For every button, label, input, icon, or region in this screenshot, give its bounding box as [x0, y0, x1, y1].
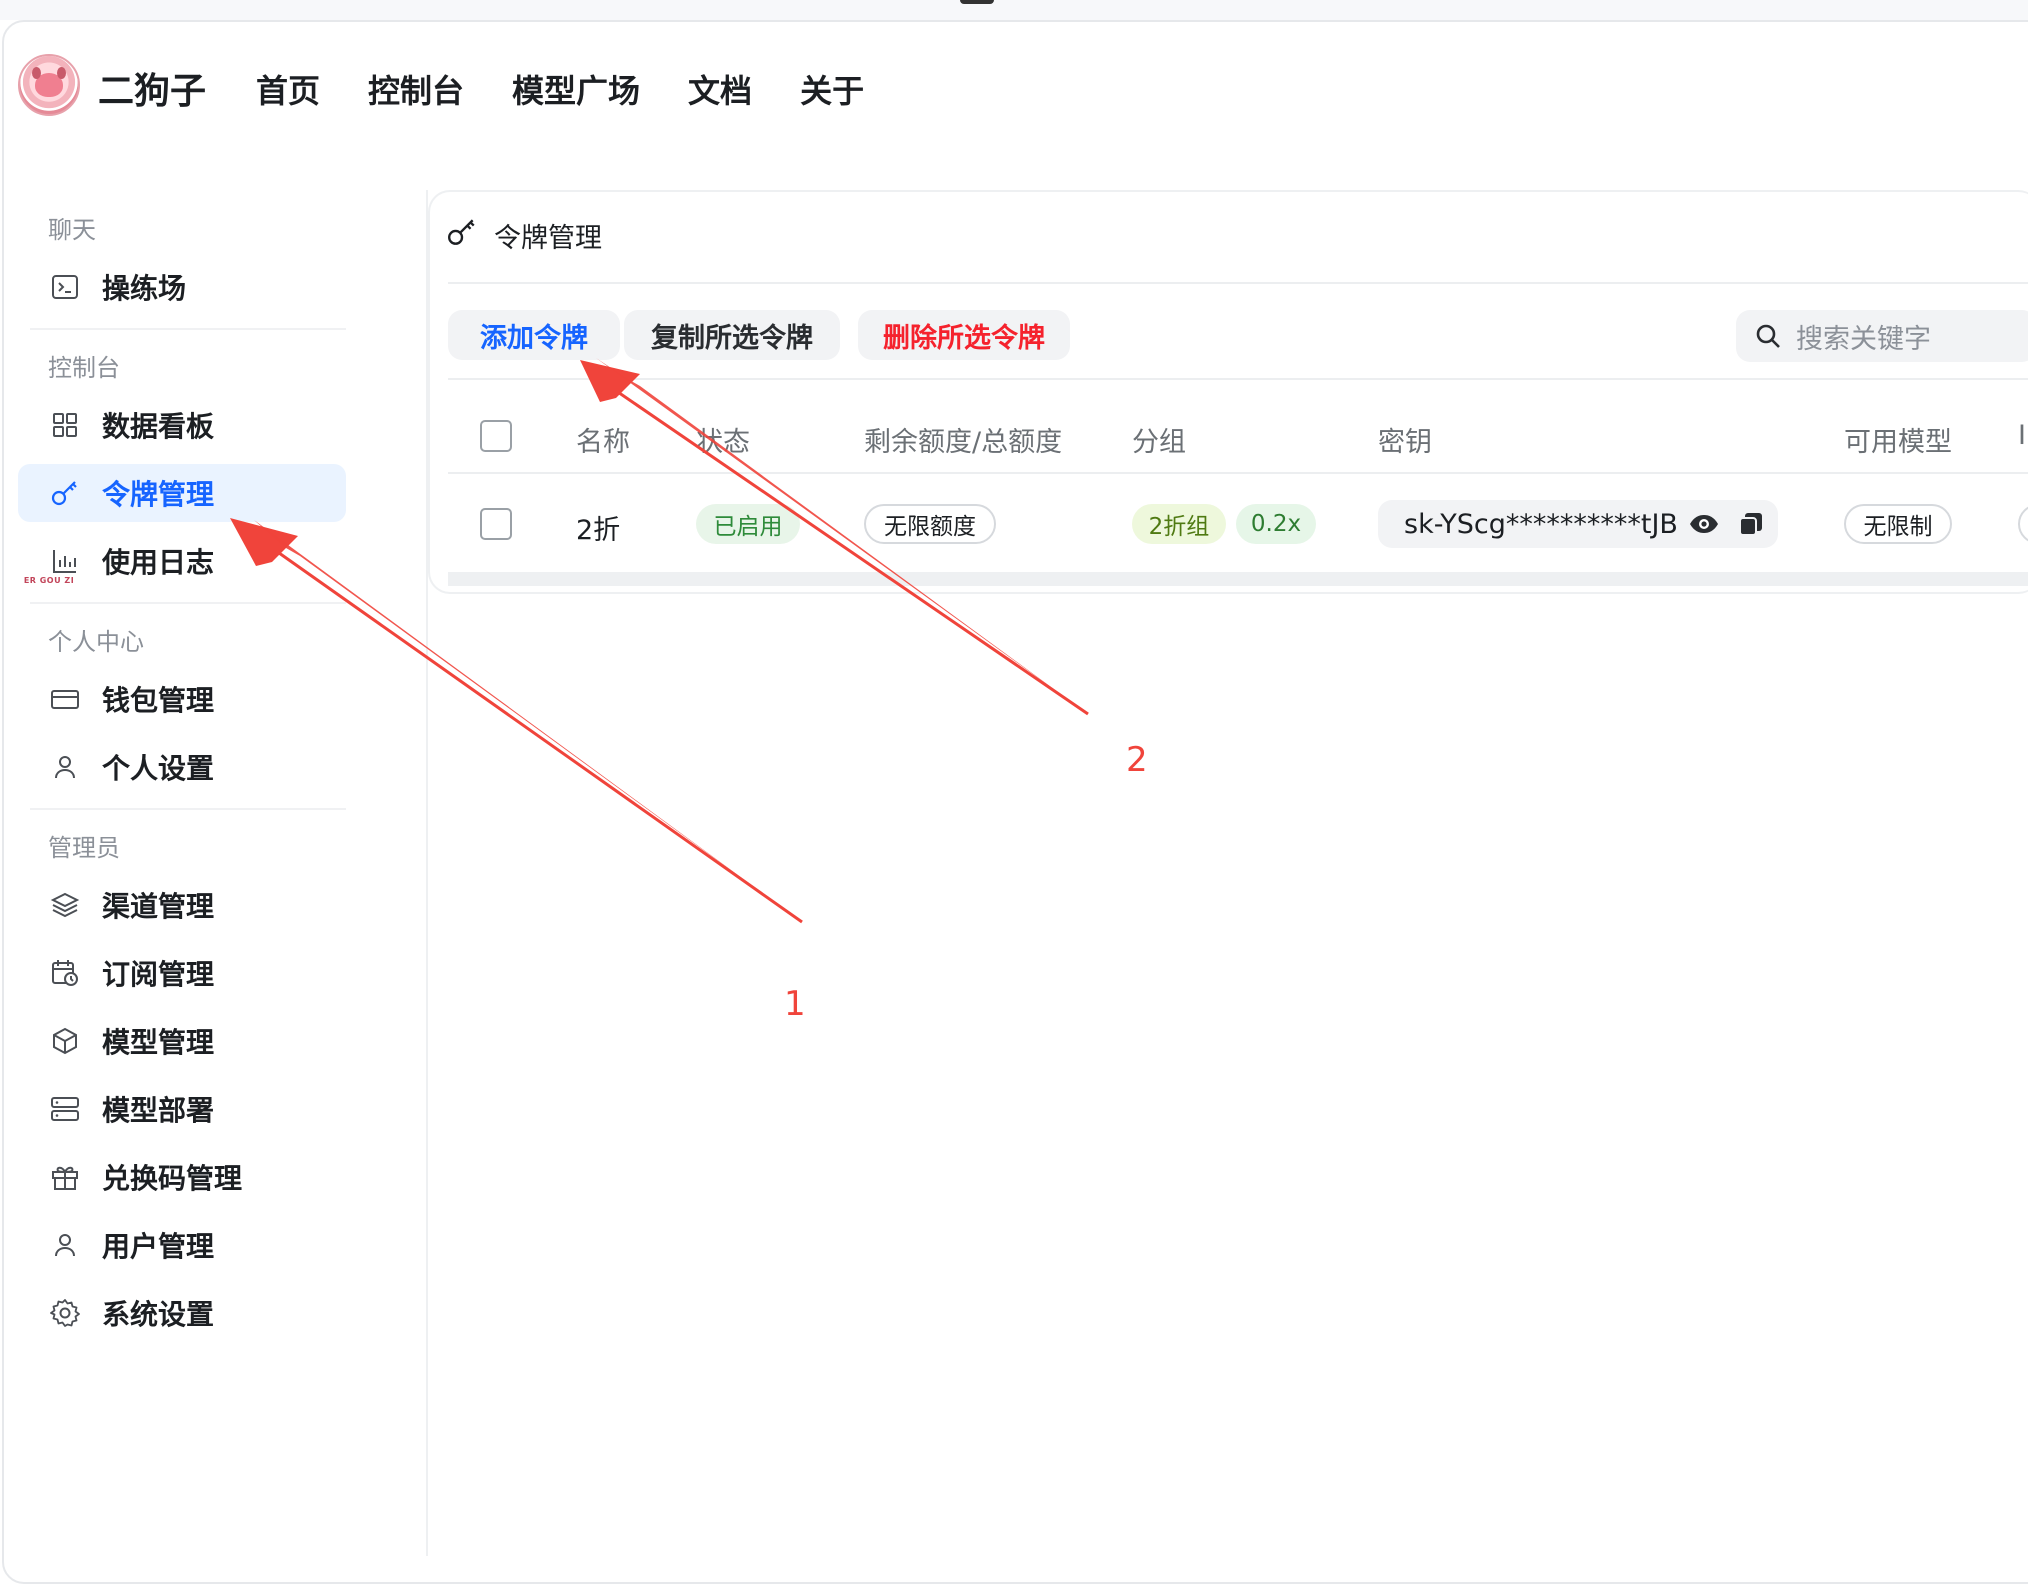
gear-icon	[48, 1296, 82, 1330]
sidebar-item-channel[interactable]: 渠道管理	[18, 876, 346, 934]
column-name[interactable]: 名称	[576, 420, 630, 459]
sidebar-item-label: 系统设置	[102, 1298, 215, 1331]
section-title-chat: 聊天	[48, 216, 96, 244]
sidebar-item-label: 个人设置	[102, 752, 215, 785]
token-name: 2折	[576, 515, 621, 546]
sidebar-item-label: 操练场	[102, 272, 187, 305]
table-header-divider	[448, 472, 2028, 474]
search-icon	[1754, 322, 1782, 350]
user-icon	[48, 1228, 82, 1262]
sidebar-item-model-deploy[interactable]: 模型部署	[18, 1080, 346, 1138]
sidebar-item-label: 订阅管理	[102, 958, 215, 991]
sidebar-item-model-management[interactable]: 模型管理	[18, 1012, 346, 1070]
models-badge: 无限制	[1844, 504, 1952, 544]
sidebar-item-user-management[interactable]: 用户管理	[18, 1216, 346, 1274]
toolbar-divider	[448, 378, 2028, 380]
token-card	[428, 190, 2028, 594]
column-group[interactable]: 分组	[1132, 420, 1186, 459]
sidebar-divider	[30, 328, 346, 330]
sidebar-item-token-management[interactable]: 令牌管理	[18, 464, 346, 522]
gift-icon	[48, 1160, 82, 1194]
annotation-label-2: 2	[1126, 740, 1148, 780]
quota-badge: 无限额度	[864, 504, 996, 544]
delete-selected-button[interactable]: 删除所选令牌	[858, 310, 1070, 360]
page-title: 令牌管理	[494, 223, 602, 254]
key-icon	[446, 216, 478, 255]
bar-chart-icon	[48, 544, 82, 578]
server-icon	[48, 1092, 82, 1126]
eye-icon[interactable]	[1688, 512, 1720, 536]
section-title-admin: 管理员	[48, 834, 120, 862]
search-input[interactable]: 搜索关键字	[1736, 310, 2028, 362]
sidebar-item-personal-settings[interactable]: 个人设置	[18, 738, 346, 796]
card-header: 令牌管理	[446, 216, 602, 255]
sidebar-item-label: 令牌管理	[102, 478, 215, 511]
sidebar-item-playground[interactable]: 操练场	[18, 258, 346, 316]
wallet-icon	[48, 682, 82, 716]
header-divider	[448, 282, 2028, 284]
sidebar-item-label: 渠道管理	[102, 890, 215, 923]
copy-icon[interactable]	[1738, 511, 1764, 537]
logo-dog-face	[32, 67, 66, 97]
token-key-field: sk-YScg**********tJB	[1378, 500, 1778, 548]
sidebar-item-label: 模型管理	[102, 1026, 215, 1059]
copy-selected-button[interactable]: 复制所选令牌	[624, 310, 840, 360]
nav-model-square[interactable]: 模型广场	[512, 66, 640, 112]
window-top-strip	[0, 0, 2028, 20]
cube-icon	[48, 1024, 82, 1058]
calendar-clock-icon	[48, 956, 82, 990]
nav-home[interactable]: 首页	[256, 66, 320, 112]
sidebar-item-label: 兑换码管理	[102, 1162, 243, 1195]
sidebar-item-usage-log[interactable]: 使用日志	[18, 532, 346, 590]
sidebar-divider	[30, 808, 346, 810]
top-nav: 首页 控制台 模型广场 文档 关于	[256, 66, 912, 112]
sidebar-item-label: 数据看板	[102, 410, 215, 443]
user-icon	[48, 750, 82, 784]
column-status[interactable]: 状态	[696, 420, 750, 459]
nav-docs[interactable]: 文档	[688, 66, 752, 112]
ratio-badge: 0.2x	[1236, 504, 1316, 544]
search-placeholder: 搜索关键字	[1796, 323, 1931, 355]
brand-name[interactable]: 二狗子	[98, 62, 206, 114]
column-truncated[interactable]: I	[2018, 420, 2026, 451]
group-badge: 2折组	[1132, 504, 1226, 544]
column-key[interactable]: 密钥	[1378, 420, 1432, 459]
row-checkbox[interactable]	[480, 508, 512, 540]
layers-icon	[48, 888, 82, 922]
select-all-checkbox[interactable]	[480, 420, 512, 452]
sidebar-item-label: 用户管理	[102, 1230, 215, 1263]
section-title-personal: 个人中心	[48, 628, 144, 656]
sidebar-item-redeem-code[interactable]: 兑换码管理	[18, 1148, 346, 1206]
sidebar-item-system-settings[interactable]: 系统设置	[18, 1284, 346, 1342]
token-key-text: sk-YScg**********tJB	[1404, 508, 1678, 540]
dashboard-icon	[48, 408, 82, 442]
terminal-icon	[48, 270, 82, 304]
nav-about[interactable]: 关于	[800, 66, 864, 112]
add-token-button[interactable]: 添加令牌	[448, 310, 620, 360]
sidebar-item-dashboard[interactable]: 数据看板	[18, 396, 346, 454]
sidebar-item-label: 使用日志	[102, 546, 215, 579]
section-title-console: 控制台	[48, 354, 120, 382]
sidebar-item-label: 模型部署	[102, 1094, 215, 1127]
key-icon	[48, 476, 82, 510]
annotation-label-1: 1	[784, 984, 806, 1024]
brand-logo[interactable]: ER GOU ZI	[18, 54, 80, 585]
sidebar-divider	[30, 602, 346, 604]
window-notch	[960, 0, 994, 4]
status-badge: 已启用	[696, 504, 800, 544]
nav-console[interactable]: 控制台	[368, 66, 464, 112]
horizontal-scrollbar[interactable]	[448, 572, 2028, 586]
sidebar-item-subscription[interactable]: 订阅管理	[18, 944, 346, 1002]
sidebar-item-label: 钱包管理	[102, 684, 215, 717]
column-models[interactable]: 可用模型	[1844, 420, 1952, 459]
sidebar	[0, 190, 428, 1556]
sidebar-item-wallet[interactable]: 钱包管理	[18, 670, 346, 728]
column-quota[interactable]: 剩余额度/总额度	[864, 420, 1062, 459]
